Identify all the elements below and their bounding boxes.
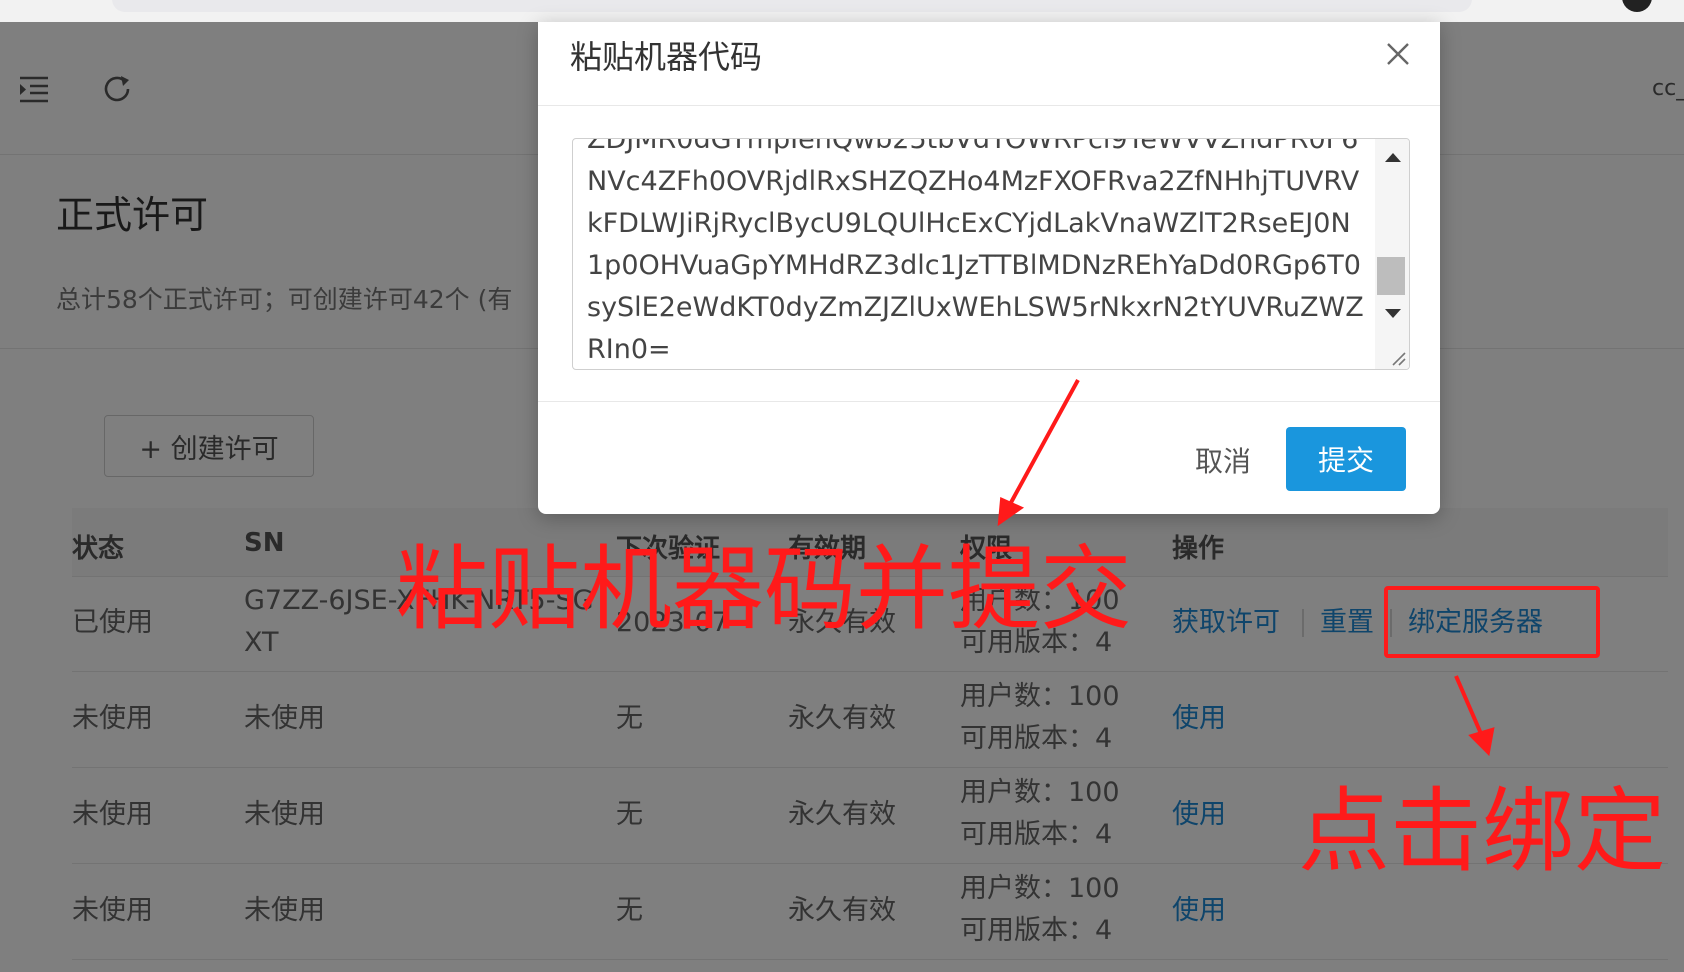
machine-code-line: NVc4ZFh0OVRjdlRxSHZQZHo4MzFXOFRva2ZfNHhj… (587, 166, 1360, 197)
paste-machine-code-dialog: 粘贴机器代码 ZDJMR0dGYmpIenQwb25tbVdYOWRPcl9Ye… (538, 22, 1440, 514)
address-bar[interactable] (112, 0, 1472, 12)
scroll-down-arrow-icon[interactable] (1385, 309, 1401, 318)
machine-code-line: sySlE2eWdKT0dyZmZJZlUxWEhLSW5rNkxrN2tYUV… (587, 292, 1364, 323)
annotation-click-bind: 点击绑定 (1298, 778, 1667, 885)
browser-chrome (0, 0, 1684, 23)
machine-code-textarea[interactable]: ZDJMR0dGYmpIenQwb25tbVdYOWRPcl9YeWVVZndP… (572, 138, 1410, 370)
machine-code-line: ZDJMR0dGYmpIenQwb25tbVdYOWRPcl9YeWVVZndP… (587, 138, 1359, 155)
cancel-button[interactable]: 取消 (1168, 429, 1278, 491)
close-icon[interactable] (1380, 36, 1416, 72)
scrollbar-thumb[interactable] (1377, 257, 1405, 295)
machine-code-line: RIn0= (587, 334, 671, 365)
browser-profile-avatar[interactable] (1622, 0, 1652, 12)
annotation-paste-and-submit: 粘贴机器码并提交 (396, 536, 1133, 643)
annotation-highlight-box (1384, 586, 1600, 658)
machine-code-text[interactable]: ZDJMR0dGYmpIenQwb25tbVdYOWRPcl9YeWVVZndP… (587, 138, 1364, 369)
dialog-title: 粘贴机器代码 (570, 38, 763, 76)
textarea-scrollbar[interactable] (1375, 139, 1409, 369)
machine-code-line: 1p0OHVuaGpYMHdRZ3dlc1JzTTBlMDNzREhYaDd0R… (587, 250, 1361, 281)
submit-button[interactable]: 提交 (1286, 427, 1406, 491)
divider (538, 105, 1440, 106)
divider (538, 401, 1440, 402)
scroll-up-arrow-icon[interactable] (1385, 153, 1401, 162)
machine-code-line: kFDLWJiRjRyclBycU9LQUlHcExCYjdLakVnaWZlT… (587, 208, 1351, 239)
resize-handle-icon[interactable] (1389, 349, 1407, 367)
